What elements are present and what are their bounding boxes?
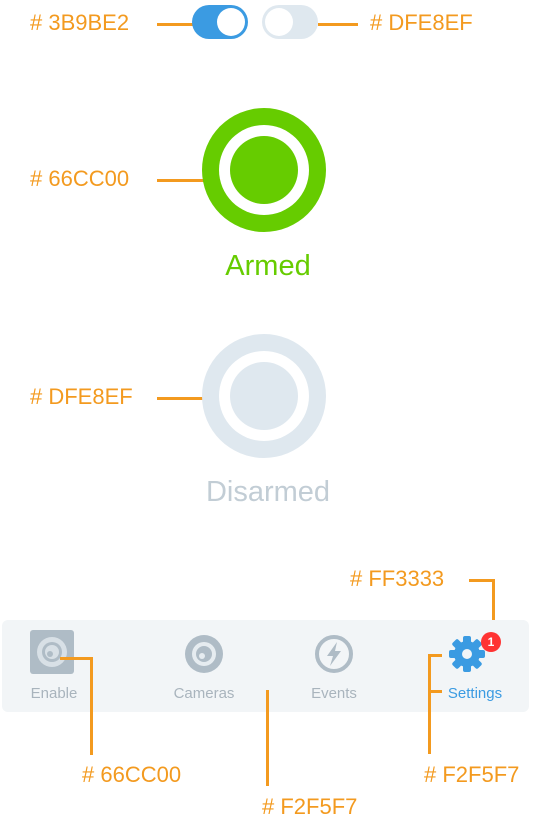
camera-icon — [184, 634, 224, 674]
tab-cameras-label: Cameras — [173, 685, 235, 702]
toggle-off-knob — [265, 8, 293, 36]
armed-label: Armed — [225, 250, 311, 282]
tab-cameras[interactable]: Cameras — [144, 620, 264, 712]
annotation-line-settings-h2 — [428, 690, 442, 693]
tab-settings-label: Settings — [447, 685, 503, 702]
annotation-line-toggle-on — [157, 23, 197, 26]
annotation-toggle-off: # DFE8EF — [370, 10, 473, 35]
annotation-line-toggle-off — [318, 23, 358, 26]
notification-badge: 1 — [481, 632, 501, 652]
tab-settings[interactable]: 1 Settings — [407, 620, 527, 712]
tab-enable-label: Enable — [30, 685, 78, 702]
disarmed-label: Disarmed — [205, 476, 331, 508]
annotation-disarmed: # DFE8EF — [30, 384, 133, 409]
annotation-line-disarmed — [157, 397, 207, 400]
annotation-tabbar: # F2F5F7 — [262, 794, 358, 819]
disarmed-status-icon[interactable] — [202, 334, 326, 458]
disarmed-core — [230, 362, 298, 430]
enable-icon — [30, 630, 74, 674]
tab-enable[interactable]: Enable — [2, 620, 122, 712]
annotation-toggle-on: # 3B9BE2 — [30, 10, 130, 35]
annotation-settings: # F2F5F7 — [424, 762, 520, 787]
lightning-icon — [314, 634, 354, 674]
annotation-line-enable-h — [60, 657, 93, 660]
tab-events[interactable]: Events — [274, 620, 394, 712]
annotation-line-enable-v — [90, 657, 93, 755]
toggle-on[interactable] — [192, 5, 248, 39]
armed-core — [230, 136, 298, 204]
annotation-enable: # 66CC00 — [82, 762, 182, 787]
annotation-line-armed — [157, 179, 207, 182]
notification-badge-count: 1 — [487, 635, 495, 649]
annotation-badge: # FF3333 — [350, 566, 445, 591]
armed-status-icon[interactable] — [202, 108, 326, 232]
toggle-off[interactable] — [262, 5, 318, 39]
tab-events-label: Events — [311, 685, 357, 702]
annotation-line-tabbar — [266, 690, 269, 786]
annotation-armed: # 66CC00 — [30, 166, 130, 191]
toggle-on-knob — [217, 8, 245, 36]
annotation-line-settings-v — [428, 654, 431, 754]
